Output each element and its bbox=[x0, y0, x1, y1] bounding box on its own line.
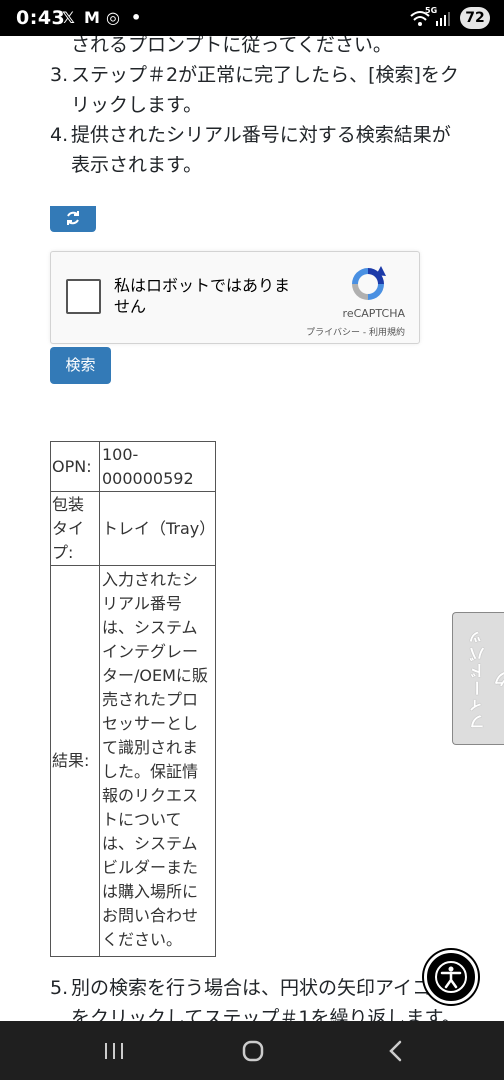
x-icon: 𝕏 bbox=[62, 8, 75, 27]
recent-apps-button[interactable] bbox=[84, 1031, 144, 1071]
recaptcha-widget: 私はロボットではありません reCAPTCHA プライバシー - 利用規約 bbox=[50, 251, 420, 344]
result-value: 入力されたシリアル番号は、システムインテグレーター/OEMに販売されたプロセッサ… bbox=[99, 565, 216, 957]
package-type-value: トレイ（Tray） bbox=[99, 491, 216, 566]
privacy-link[interactable]: プライバシー bbox=[306, 328, 360, 338]
table-row: OPN: 100-000000592 bbox=[50, 441, 216, 492]
accessibility-button[interactable] bbox=[424, 950, 478, 1004]
back-chevron-icon bbox=[389, 1040, 402, 1062]
recaptcha-logo-icon bbox=[352, 266, 386, 300]
terms-link[interactable]: 利用規約 bbox=[369, 328, 405, 338]
page-content: されるプロンプトに従ってください。 3. ステップ＃2が正常に完了したら、[検索… bbox=[0, 36, 504, 1021]
feedback-tab[interactable]: フィードバック bbox=[452, 612, 504, 745]
step-5-number: 5. bbox=[50, 977, 69, 999]
status-bar: 0:43 𝕏 M ◎ • 5G 72 bbox=[0, 0, 504, 36]
step-5-line-1: 別の検索を行う場合は、円状の矢印アイコン bbox=[71, 977, 451, 999]
recaptcha-label: 私はロボットではありません bbox=[114, 276, 291, 316]
home-icon bbox=[242, 1040, 264, 1062]
package-type-label: 包装タイプ: bbox=[50, 491, 100, 566]
recaptcha-checkbox[interactable] bbox=[66, 279, 101, 314]
chrome-icon: ◎ bbox=[106, 8, 120, 27]
step-3-line-1: ステップ＃2が正常に完了したら、[検索]をク bbox=[71, 64, 459, 86]
feedback-label: フィードバック bbox=[469, 628, 504, 730]
step-2-tail: されるプロンプトに従ってください。 bbox=[50, 36, 480, 60]
refresh-button[interactable] bbox=[50, 206, 96, 232]
opn-value: 100-000000592 bbox=[99, 441, 216, 492]
result-label: 結果: bbox=[50, 565, 100, 957]
back-button[interactable] bbox=[364, 1031, 424, 1071]
android-nav-bar bbox=[0, 1021, 504, 1080]
link-separator: - bbox=[360, 328, 369, 338]
opn-label: OPN: bbox=[50, 441, 100, 492]
refresh-icon bbox=[67, 211, 79, 225]
clock: 0:43 bbox=[16, 7, 66, 29]
search-button[interactable]: 検索 bbox=[50, 347, 111, 384]
battery-indicator: 72 bbox=[460, 7, 490, 29]
accessibility-icon bbox=[435, 961, 467, 993]
signal-icon bbox=[436, 12, 450, 26]
step-3-line-2: リックします。 bbox=[71, 94, 203, 116]
step-3: 3. ステップ＃2が正常に完了したら、[検索]をク リックします。 bbox=[50, 60, 480, 120]
step-4-line-2: 表示されます。 bbox=[71, 154, 203, 176]
step-2-text: されるプロンプトに従ってください。 bbox=[71, 36, 392, 56]
recaptcha-brand: reCAPTCHA bbox=[342, 307, 405, 320]
result-table: OPN: 100-000000592 包装タイプ: トレイ（Tray） 結果: … bbox=[50, 441, 216, 957]
step-5: 5. 別の検索を行う場合は、円状の矢印アイコン をクリックしてステップ＃1を繰り… bbox=[50, 973, 480, 1021]
table-row: 包装タイプ: トレイ（Tray） bbox=[50, 491, 216, 566]
step-5-line-2: をクリックしてステップ＃1を繰り返します。 bbox=[71, 1007, 461, 1021]
step-4: 4. 提供されたシリアル番号に対する検索結果が 表示されます。 bbox=[50, 120, 480, 180]
table-row: 結果: 入力されたシリアル番号は、システムインテグレーター/OEMに販売されたプ… bbox=[50, 565, 216, 957]
dot-icon: • bbox=[131, 8, 142, 27]
step-4-line-1: 提供されたシリアル番号に対する検索結果が bbox=[71, 124, 451, 146]
recent-apps-icon bbox=[105, 1043, 123, 1059]
gmail-icon: M bbox=[84, 8, 100, 27]
recaptcha-links: プライバシー - 利用規約 bbox=[306, 325, 405, 338]
home-button[interactable] bbox=[223, 1031, 283, 1071]
step-4-number: 4. bbox=[50, 124, 69, 146]
step-3-number: 3. bbox=[50, 64, 69, 86]
